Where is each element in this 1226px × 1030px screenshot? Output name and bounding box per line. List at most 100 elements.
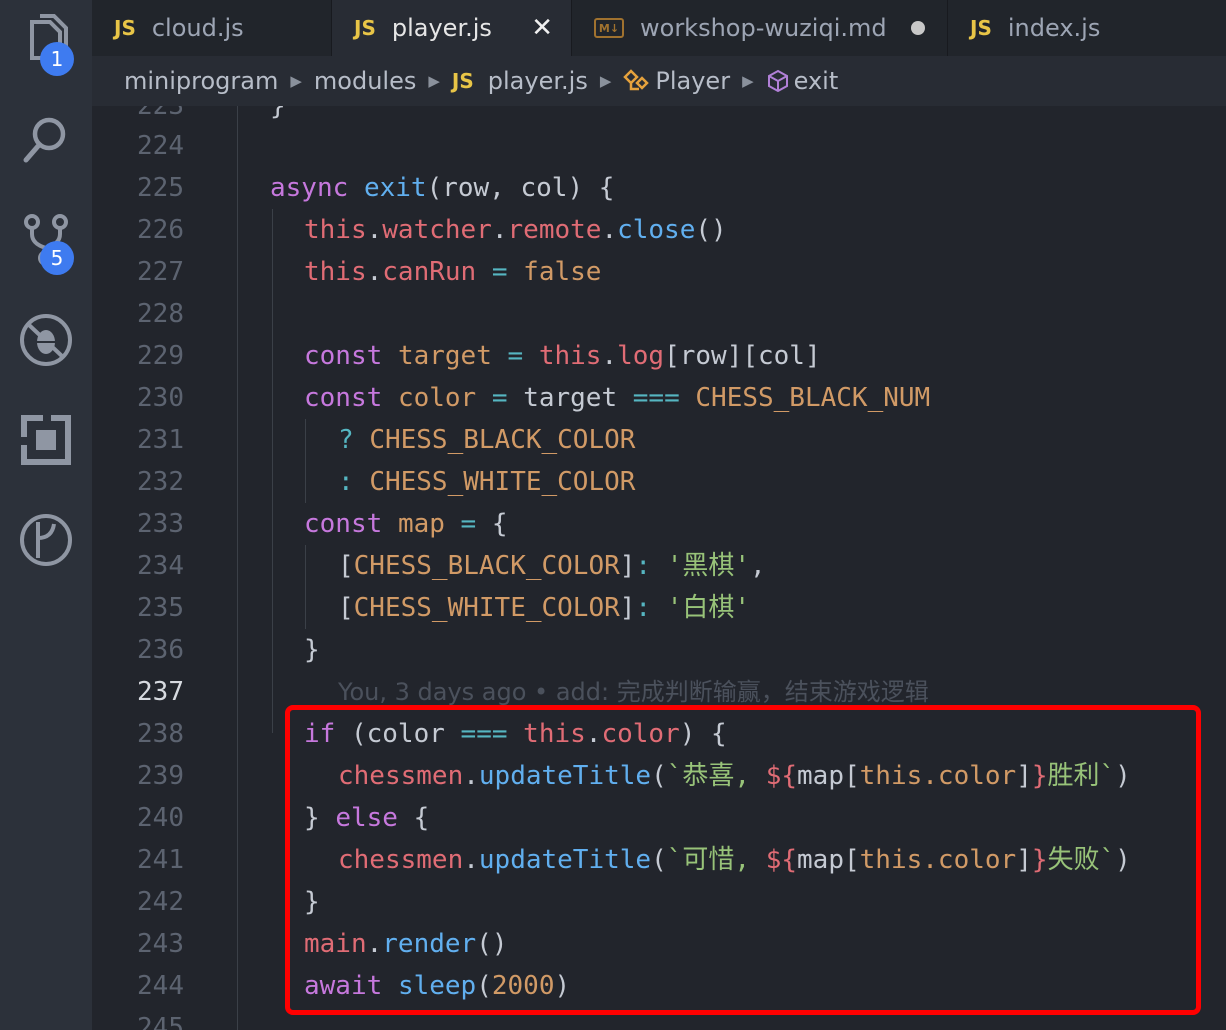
code-line-240: } else { <box>304 797 429 839</box>
tab-workshop-md[interactable]: M↓ workshop-wuziqi.md <box>572 0 948 56</box>
close-icon[interactable]: ✕ <box>531 13 553 43</box>
code-token: : <box>338 467 370 497</box>
breadcrumb: miniprogram ▶ modules ▶ JS player.js ▶ P… <box>92 56 1226 106</box>
code-token: updateTitle <box>478 845 652 875</box>
code-token: chessmen <box>338 761 464 791</box>
code-line-229: const target = this.log[row][col] <box>304 335 821 377</box>
extensions-icon <box>18 412 71 465</box>
code-token: } <box>270 106 286 121</box>
code-token: } <box>1031 845 1048 875</box>
line-number: 230 <box>137 383 184 413</box>
code-line-238: if (color === this.color) { <box>304 713 727 755</box>
code-token: . <box>585 719 602 749</box>
code-token: 失败` <box>1047 845 1116 875</box>
code-token: . <box>922 761 938 791</box>
git-graph-icon <box>20 514 72 566</box>
line-number: 235 <box>137 593 184 623</box>
code-token: ${ <box>765 845 798 875</box>
code-line-227: this.canRun = false <box>304 251 601 293</box>
code-token: false <box>523 257 602 287</box>
code-token: this <box>523 719 586 749</box>
explorer-badge: 1 <box>40 42 74 76</box>
code-line-242: } <box>304 881 320 923</box>
unsaved-dot-icon[interactable] <box>911 21 925 35</box>
code-token: updateTitle <box>478 761 652 791</box>
code-token: target <box>523 383 618 413</box>
tab-cloud-js[interactable]: JS cloud.js <box>92 0 332 56</box>
markdown-file-icon: M↓ <box>594 18 624 38</box>
code-token: ( <box>651 845 667 875</box>
code-token: ? <box>338 425 370 455</box>
code-token: color <box>397 383 477 413</box>
code-editor[interactable]: 223 224 225 226 227 228 229 230 231 232 … <box>92 106 1226 1030</box>
line-number: 245 <box>137 1013 184 1030</box>
code-line-244: await sleep(2000) <box>304 965 570 1007</box>
line-number: 243 <box>137 929 184 959</box>
code-token: } <box>304 635 320 665</box>
code-token: remote <box>507 215 602 245</box>
code-token: close <box>617 215 696 245</box>
breadcrumb-modules[interactable]: modules <box>314 67 416 95</box>
source-control-button[interactable]: 5 <box>0 198 92 282</box>
code-line-225: async exit(row, col) { <box>270 167 614 209</box>
code-line-233: const map = { <box>304 503 508 545</box>
git-blame-annotation: You, 3 days ago • add: 完成判断输赢，结束游戏逻辑 <box>338 671 929 713</box>
code-token: `可惜, <box>666 845 766 875</box>
git-graph-button[interactable] <box>0 498 92 582</box>
line-number: 242 <box>137 887 184 917</box>
search-button[interactable] <box>0 98 92 182</box>
breadcrumb-label: exit <box>793 67 839 95</box>
debug-button[interactable] <box>0 298 92 382</box>
code-token: : <box>635 593 667 623</box>
code-token: === <box>460 719 508 749</box>
indent-guide <box>305 419 306 503</box>
code-token: this <box>304 257 367 287</box>
code-token: map <box>797 845 844 875</box>
line-number: 240 <box>137 803 184 833</box>
line-number: 228 <box>137 299 184 329</box>
code-token: '白棋' <box>666 593 751 623</box>
code-token: [ <box>843 761 860 791</box>
line-number: 234 <box>137 551 184 581</box>
extensions-button[interactable] <box>0 398 92 482</box>
source-control-badge: 5 <box>40 241 74 275</box>
indent-guide <box>272 209 273 733</box>
code-token: CHESS_WHITE_COLOR <box>353 593 620 623</box>
tab-label: player.js <box>391 14 492 42</box>
line-number: 241 <box>137 845 184 875</box>
code-token: this <box>859 845 923 875</box>
code-token: () <box>695 215 727 245</box>
code-token: else <box>335 803 398 833</box>
code-token: (color <box>335 719 461 749</box>
breadcrumb-player-class[interactable]: Player <box>623 67 730 95</box>
code-token: const <box>304 509 383 539</box>
code-line-234: [CHESS_BLACK_COLOR]: '黑棋', <box>338 545 766 587</box>
tab-player-js[interactable]: JS player.js ✕ <box>332 0 572 56</box>
code-token: . <box>491 215 508 245</box>
code-token: } <box>304 803 336 833</box>
breadcrumb-exit-method[interactable]: exit <box>766 67 839 95</box>
tab-index-js[interactable]: JS index.js <box>948 0 1226 56</box>
line-number: 238 <box>137 719 184 749</box>
code-token: color <box>601 719 680 749</box>
code-token: await <box>304 971 383 1001</box>
breadcrumb-label: modules <box>313 67 417 95</box>
code-token: ) { <box>679 719 727 749</box>
code-token: CHESS_BLACK_COLOR <box>369 425 636 455</box>
search-icon <box>23 117 66 163</box>
breadcrumb-miniprogram[interactable]: miniprogram <box>124 67 278 95</box>
code-token: ] <box>1016 761 1032 791</box>
breadcrumb-player-js[interactable]: JS player.js <box>452 67 588 95</box>
code-token: render <box>382 929 477 959</box>
code-line-230: const color = target === CHESS_BLACK_NUM <box>304 377 930 419</box>
line-number: 226 <box>137 215 184 245</box>
code-token: CHESS_WHITE_COLOR <box>369 467 636 497</box>
code-token: () <box>476 929 508 959</box>
code-token: this <box>859 761 923 791</box>
code-token: . <box>463 761 479 791</box>
code-token: ) <box>554 971 571 1001</box>
explorer-button[interactable]: 1 <box>0 0 92 84</box>
code-token: exit <box>363 173 427 203</box>
tab-bar: JS cloud.js JS player.js ✕ M↓ workshop-w… <box>92 0 1226 56</box>
chevron-right-icon: ▶ <box>428 72 440 90</box>
